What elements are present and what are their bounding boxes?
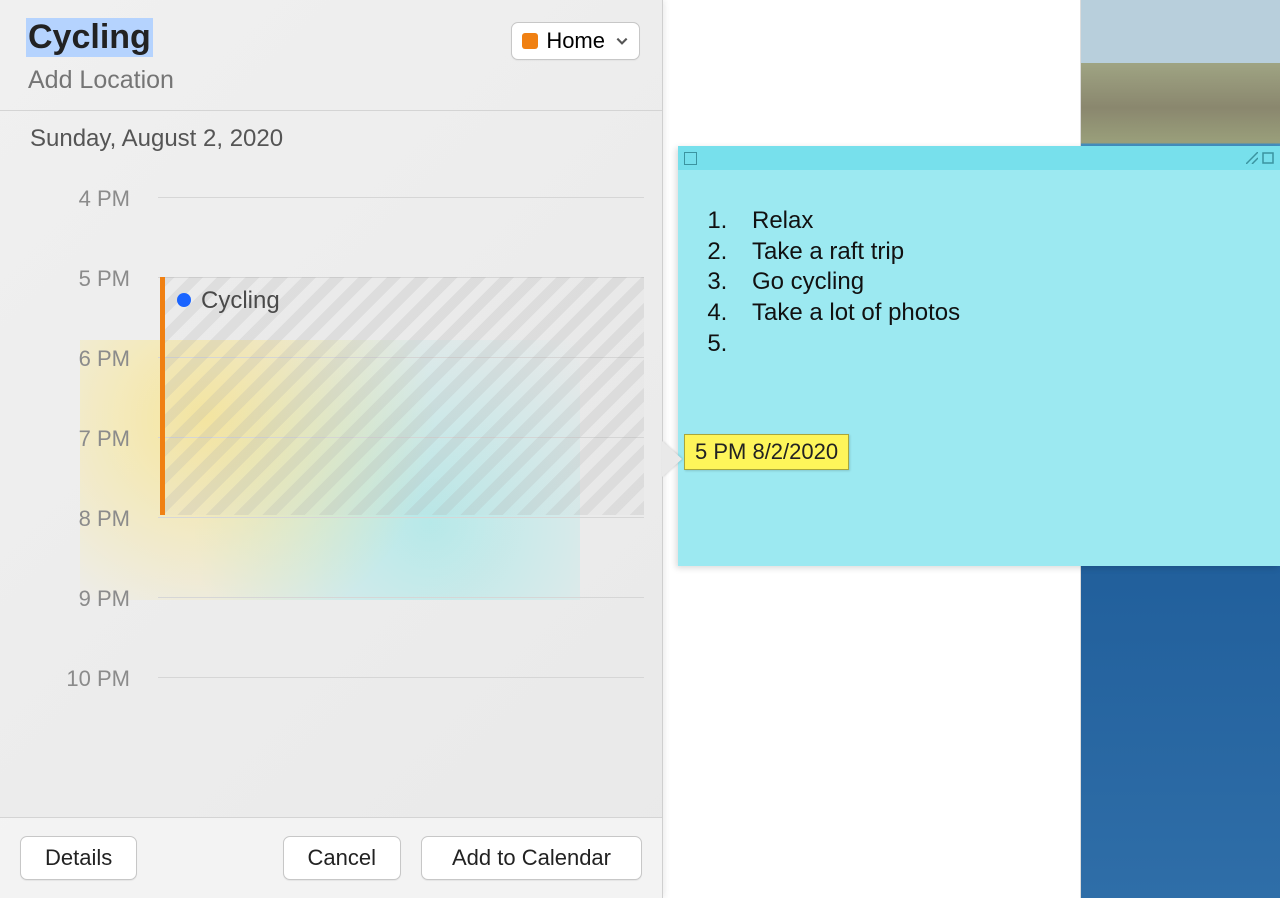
add-to-calendar-button[interactable]: Add to Calendar xyxy=(421,836,642,880)
hour-row: 9 PM xyxy=(0,597,644,677)
maximize-icon[interactable] xyxy=(1262,152,1274,164)
resize-icon[interactable] xyxy=(1246,152,1258,164)
stickies-body[interactable]: RelaxTake a raft tripGo cyclingTake a lo… xyxy=(678,170,1280,370)
hour-row: 4 PM xyxy=(0,197,644,277)
close-icon[interactable] xyxy=(684,152,697,165)
calendar-color-swatch-icon xyxy=(522,33,538,49)
cancel-button[interactable]: Cancel xyxy=(283,836,401,880)
hour-label: 10 PM xyxy=(0,666,150,692)
details-button[interactable]: Details xyxy=(20,836,137,880)
list-item[interactable] xyxy=(734,329,1250,360)
chevron-down-icon xyxy=(615,34,629,48)
stickies-titlebar[interactable] xyxy=(678,146,1280,170)
stickies-note-window[interactable]: RelaxTake a raft tripGo cyclingTake a lo… xyxy=(678,146,1280,566)
time-tooltip: 5 PM 8/2/2020 xyxy=(684,434,849,470)
popover-arrow-icon xyxy=(662,441,682,477)
event-date-line: Sunday, August 2, 2020 xyxy=(0,111,662,157)
event-block[interactable]: Cycling xyxy=(160,277,644,515)
event-header: Cycling Home xyxy=(0,0,662,110)
hour-gridline xyxy=(158,677,644,678)
calendar-event-popover: Cycling Home Sunday, August 2, 2020 4 PM… xyxy=(0,0,663,898)
calendar-select-dropdown[interactable]: Home xyxy=(511,22,640,60)
hour-label: 5 PM xyxy=(0,266,150,292)
location-input[interactable] xyxy=(26,65,430,96)
hour-label: 7 PM xyxy=(0,426,150,452)
event-dot-icon xyxy=(177,293,191,307)
hour-row: 10 PM xyxy=(0,677,644,757)
list-item[interactable]: Go cycling xyxy=(734,267,1250,298)
calendar-select-label: Home xyxy=(546,28,605,54)
hour-gridline xyxy=(158,197,644,198)
hour-label: 4 PM xyxy=(0,186,150,212)
hour-label: 9 PM xyxy=(0,586,150,612)
event-block-title: Cycling xyxy=(201,287,280,315)
hour-label: 6 PM xyxy=(0,346,150,372)
list-item[interactable]: Relax xyxy=(734,206,1250,237)
list-item[interactable]: Take a lot of photos xyxy=(734,298,1250,329)
hour-gridline xyxy=(158,517,644,518)
popover-footer: Details Cancel Add to Calendar xyxy=(0,817,662,898)
time-grid[interactable]: 4 PM5 PM6 PM7 PM8 PM9 PM10 PMCycling xyxy=(0,197,644,817)
event-title-input[interactable]: Cycling xyxy=(26,18,153,57)
hour-row: 8 PM xyxy=(0,517,644,597)
hour-label: 8 PM xyxy=(0,506,150,532)
hour-gridline xyxy=(158,597,644,598)
list-item[interactable]: Take a raft trip xyxy=(734,237,1250,268)
